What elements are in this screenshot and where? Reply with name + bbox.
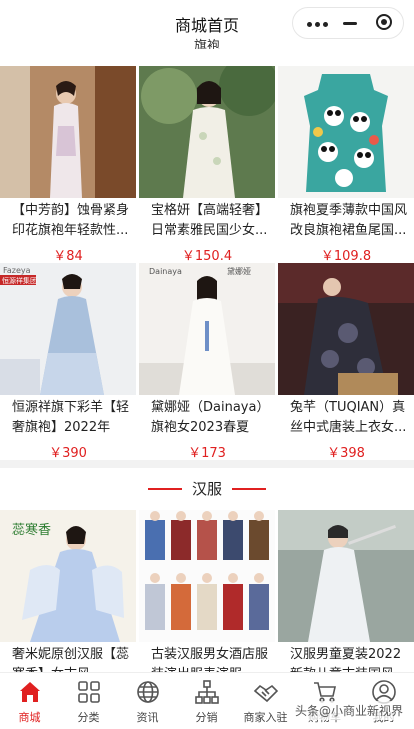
- globe-icon: [135, 679, 161, 705]
- product-name[interactable]: 恒源祥旗下彩羊【轻奢旗袍】2022年新...: [0, 398, 136, 438]
- tab-label: 资讯: [136, 711, 159, 724]
- section-title-qipao: 旗袍: [193, 39, 220, 49]
- product-image[interactable]: [139, 510, 275, 642]
- product-price: ￥109.8: [320, 249, 372, 264]
- product-card[interactable]: 宝格妍【高端轻奢】日常素雅民国少女... ￥150.4: [139, 66, 275, 264]
- product-price: ￥390: [49, 446, 87, 461]
- product-image[interactable]: [139, 66, 275, 198]
- product-image[interactable]: [278, 263, 414, 395]
- product-card[interactable]: 【中芳韵】蚀骨紧身印花旗袍年轻款性... ￥84: [0, 66, 136, 264]
- watermark: 头条@小商业新视界: [291, 701, 406, 720]
- product-image[interactable]: 蕊寒香: [0, 510, 136, 642]
- product-name[interactable]: 宝格妍【高端轻奢】日常素雅民国少女...: [139, 201, 275, 241]
- home-icon: [17, 679, 43, 705]
- product-card[interactable]: 蕊寒香 奢米妮原创汉服【蕊寒香】女古风...: [0, 510, 136, 685]
- tab-label: 商城: [18, 711, 41, 724]
- product-price: ￥150.4: [181, 249, 233, 264]
- brand-badge: Fazeya: [3, 266, 31, 275]
- product-image[interactable]: Dainaya 黛娜娅: [139, 263, 275, 395]
- minimize-icon[interactable]: [343, 22, 357, 25]
- calligraphy-text: 蕊寒香: [12, 522, 51, 538]
- section-divider: [0, 460, 414, 468]
- product-price: ￥84: [53, 249, 83, 264]
- mini-program-capsule: [292, 7, 404, 39]
- section-title-hanfu: 汉服: [191, 480, 222, 498]
- tree-icon: [194, 679, 220, 705]
- tab-merchant[interactable]: 商家入驻: [236, 679, 295, 725]
- tab-label: 分类: [77, 711, 100, 724]
- brand-logo-cn: 黛娜娅: [227, 266, 251, 276]
- tab-label: 商家入驻: [243, 711, 288, 724]
- product-card[interactable]: 兔芊（TUQIAN）真丝中式唐装上衣女... ￥398: [278, 263, 414, 461]
- handshake-icon: [253, 679, 279, 705]
- section-header-hanfu: 汉服: [0, 476, 414, 500]
- product-name[interactable]: 【中芳韵】蚀骨紧身印花旗袍年轻款性...: [0, 201, 136, 241]
- close-mini-program-icon[interactable]: [376, 14, 392, 30]
- product-card[interactable]: Fazeya 恒源祥集团 恒源祥旗下彩羊【轻奢旗袍】2022年新... ￥390: [0, 263, 136, 461]
- brand-badge-cn: 恒源祥集团: [2, 276, 37, 285]
- tab-news[interactable]: 资讯: [118, 679, 177, 725]
- product-name[interactable]: 兔芊（TUQIAN）真丝中式唐装上衣女...: [278, 398, 414, 438]
- product-card[interactable]: 古装汉服男女酒店服装演出服表演服...: [139, 510, 275, 685]
- product-name[interactable]: 黛娜娅（Dainaya）旗袍女2023春夏新...: [139, 398, 275, 438]
- tab-distribution[interactable]: 分销: [177, 679, 236, 725]
- product-card[interactable]: 旗袍夏季薄款中国风改良旗袍裙鱼尾国... ￥109.8: [278, 66, 414, 264]
- tab-category[interactable]: 分类: [59, 679, 118, 725]
- product-card[interactable]: Dainaya 黛娜娅 黛娜娅（Dainaya）旗袍女2023春夏新... ￥1…: [139, 263, 275, 461]
- product-image[interactable]: [278, 66, 414, 198]
- tab-home[interactable]: 商城: [0, 679, 59, 725]
- product-image[interactable]: Fazeya 恒源祥集团: [0, 263, 136, 395]
- product-price: ￥398: [327, 446, 365, 461]
- product-image[interactable]: [0, 66, 136, 198]
- product-name[interactable]: 旗袍夏季薄款中国风改良旗袍裙鱼尾国...: [278, 201, 414, 241]
- product-card[interactable]: 汉服男童夏装2022新款儿童古装国风...: [278, 510, 414, 685]
- title-line-right: [232, 488, 266, 490]
- product-price: ￥173: [188, 446, 226, 461]
- brand-logo: Dainaya: [149, 267, 182, 276]
- tab-label: 分销: [195, 711, 218, 724]
- grid-icon: [76, 679, 102, 705]
- more-options-icon[interactable]: [307, 22, 331, 27]
- product-image[interactable]: [278, 510, 414, 642]
